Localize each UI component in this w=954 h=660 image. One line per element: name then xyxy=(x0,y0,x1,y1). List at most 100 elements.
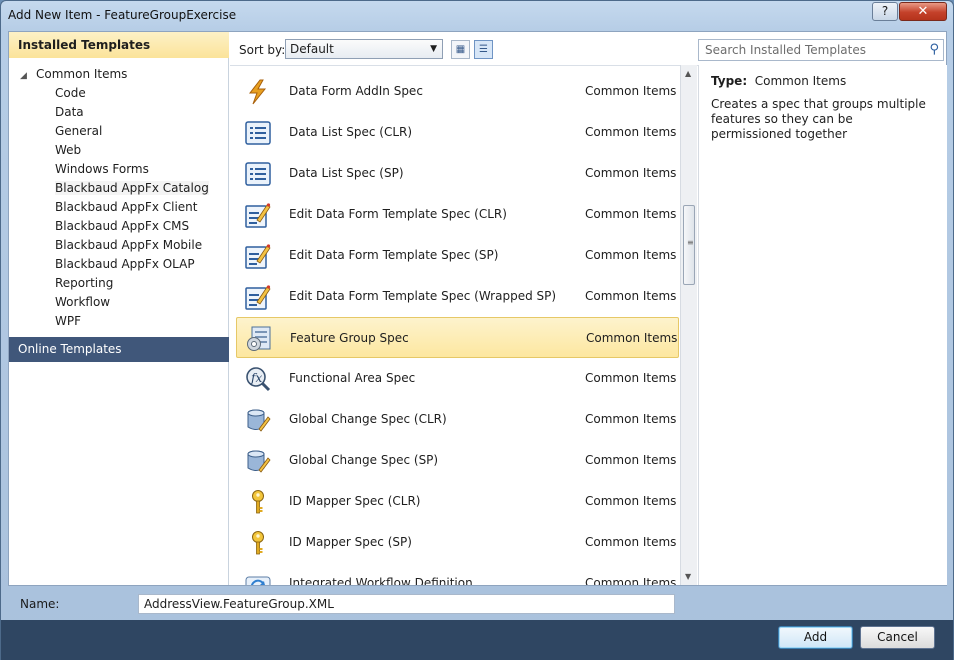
template-name: Global Change Spec (SP) xyxy=(289,453,439,467)
details-view-button[interactable]: ☰ xyxy=(474,40,493,59)
chevron-down-icon: ▼ xyxy=(430,44,437,54)
template-category: Common Items xyxy=(585,576,677,585)
template-category: Common Items xyxy=(585,535,677,549)
title-bar: Add New Item - FeatureGroupExercise ? ✕ xyxy=(1,1,953,31)
template-row[interactable]: Integrated Workflow Definition Common Ite… xyxy=(236,563,679,585)
details-view-icon: ☰ xyxy=(479,44,488,55)
templates-list: Data Form AddIn Spec Common Items Data Lis… xyxy=(230,65,698,585)
template-category: Common Items xyxy=(585,248,677,262)
tree-item[interactable]: Web xyxy=(55,143,81,157)
template-name: Edit Data Form Template Spec (SP) xyxy=(289,248,499,262)
tree-item[interactable]: Data xyxy=(55,105,84,119)
template-row[interactable]: Data Form AddIn Spec Common Items xyxy=(236,71,679,112)
template-category: Common Items xyxy=(585,125,677,139)
tree-root-label: Common Items xyxy=(36,67,128,81)
dialog-body: Installed Templates ◢ Common Items Code Da… xyxy=(8,31,947,586)
template-category: Common Items xyxy=(585,207,677,221)
tree-item[interactable]: General xyxy=(55,124,102,138)
template-name: Feature Group Spec xyxy=(290,331,409,345)
template-category: Common Items xyxy=(585,166,677,180)
key-icon xyxy=(245,530,271,556)
template-row[interactable]: ID Mapper Spec (CLR) Common Items xyxy=(236,481,679,522)
template-row[interactable]: Global Change Spec (SP) Common Items xyxy=(236,440,679,481)
template-name: Functional Area Spec xyxy=(289,371,416,385)
edit-form-icon xyxy=(245,202,271,228)
window-title: Add New Item - FeatureGroupExercise xyxy=(8,8,237,22)
key-icon xyxy=(245,489,271,515)
tree-item[interactable]: Reporting xyxy=(55,276,113,290)
feature-group-icon xyxy=(246,326,272,352)
template-name: Data Form AddIn Spec xyxy=(289,84,423,98)
template-details-pane: Type: Common Items Creates a spec that g… xyxy=(698,65,947,585)
medium-icons-view-button[interactable]: ▦ xyxy=(451,40,470,59)
tree-root-common-items[interactable]: ◢ Common Items xyxy=(20,67,127,81)
help-button[interactable]: ? xyxy=(872,2,898,21)
template-row[interactable]: ID Mapper Spec (SP) Common Items xyxy=(236,522,679,563)
list-icon xyxy=(245,120,271,146)
template-category: Common Items xyxy=(585,371,677,385)
tree-item[interactable]: Windows Forms xyxy=(55,162,149,176)
tree-item[interactable]: WPF xyxy=(55,314,81,328)
workflow-icon xyxy=(245,571,271,585)
template-description: Creates a spec that groups multiple feat… xyxy=(711,97,926,141)
type-value: Common Items xyxy=(754,74,847,88)
lightning-icon xyxy=(245,79,271,105)
template-category: Common Items xyxy=(586,331,678,345)
template-category: Common Items xyxy=(585,289,677,303)
template-category: Common Items xyxy=(585,412,677,426)
template-row[interactable]: Global Change Spec (CLR) Common Items xyxy=(236,399,679,440)
online-templates-header[interactable]: Online Templates xyxy=(9,337,229,362)
template-row[interactable]: Feature Group Spec Common Items xyxy=(236,317,679,358)
template-category: Common Items xyxy=(585,494,677,508)
svg-text:fx: fx xyxy=(250,371,262,385)
template-name: Edit Data Form Template Spec (Wrapped SP… xyxy=(289,289,557,303)
sort-by-value: Default xyxy=(290,42,334,56)
template-row[interactable]: Edit Data Form Template Spec (Wrapped SP… xyxy=(236,276,679,317)
template-name: ID Mapper Spec (SP) xyxy=(289,535,412,549)
template-name: Data List Spec (CLR) xyxy=(289,125,413,139)
add-button[interactable]: Add xyxy=(778,626,853,649)
template-row[interactable]: Data List Spec (CLR) Common Items xyxy=(236,112,679,153)
template-row[interactable]: Data List Spec (SP) Common Items xyxy=(236,153,679,194)
type-label: Type: xyxy=(711,74,748,88)
sort-by-label: Sort by: xyxy=(239,43,286,57)
name-label: Name: xyxy=(20,597,60,611)
templates-scrollbar[interactable]: ▲ ≡ ▼ xyxy=(680,65,697,585)
search-input[interactable]: Search Installed Templates ⚲ xyxy=(698,39,944,61)
cancel-button[interactable]: Cancel xyxy=(860,626,935,649)
tree-item[interactable]: Blackbaud AppFx OLAP xyxy=(55,257,195,271)
name-field[interactable]: AddressView.FeatureGroup.XML xyxy=(138,594,675,614)
dialog-window: Add New Item - FeatureGroupExercise ? ✕ … xyxy=(0,0,954,660)
tree-item[interactable]: Blackbaud AppFx Client xyxy=(55,200,197,214)
scrollbar-thumb[interactable]: ≡ xyxy=(683,205,695,285)
template-row[interactable]: Edit Data Form Template Spec (CLR) Common… xyxy=(236,194,679,235)
scroll-up-icon[interactable]: ▲ xyxy=(685,69,691,78)
template-category: Common Items xyxy=(585,84,677,98)
tree-item[interactable]: Workflow xyxy=(55,295,110,309)
grip-icon: ≡ xyxy=(687,238,694,247)
grid-view-icon: ▦ xyxy=(455,44,466,55)
template-categories-panel: Installed Templates ◢ Common Items Code Da… xyxy=(9,32,229,585)
close-button[interactable]: ✕ xyxy=(899,2,947,21)
template-name: Data List Spec (SP) xyxy=(289,166,404,180)
template-name: Edit Data Form Template Spec (CLR) xyxy=(289,207,507,221)
sort-by-dropdown[interactable]: Default ▼ xyxy=(285,39,443,59)
tree-item[interactable]: Blackbaud AppFx Catalog xyxy=(55,181,209,195)
tree-item[interactable]: Code xyxy=(55,86,86,100)
template-row[interactable]: Edit Data Form Template Spec (SP) Common … xyxy=(236,235,679,276)
expand-arrow-icon[interactable]: ◢ xyxy=(20,71,36,81)
installed-templates-header[interactable]: Installed Templates xyxy=(9,32,229,58)
search-icon[interactable]: ⚲ xyxy=(929,40,939,60)
template-name: ID Mapper Spec (CLR) xyxy=(289,494,421,508)
edit-form-icon xyxy=(245,243,271,269)
template-name: Integrated Workflow Definition xyxy=(289,576,473,585)
template-type: Type: Common Items xyxy=(711,74,846,88)
edit-form-icon xyxy=(245,284,271,310)
tree-item[interactable]: Blackbaud AppFx CMS xyxy=(55,219,189,233)
template-category: Common Items xyxy=(585,453,677,467)
scroll-down-icon[interactable]: ▼ xyxy=(685,572,691,581)
tree-item[interactable]: Blackbaud AppFx Mobile xyxy=(55,238,202,252)
list-icon xyxy=(245,161,271,187)
template-row[interactable]: fx Functional Area Spec Common Items xyxy=(236,358,679,399)
search-placeholder: Search Installed Templates xyxy=(705,43,866,57)
